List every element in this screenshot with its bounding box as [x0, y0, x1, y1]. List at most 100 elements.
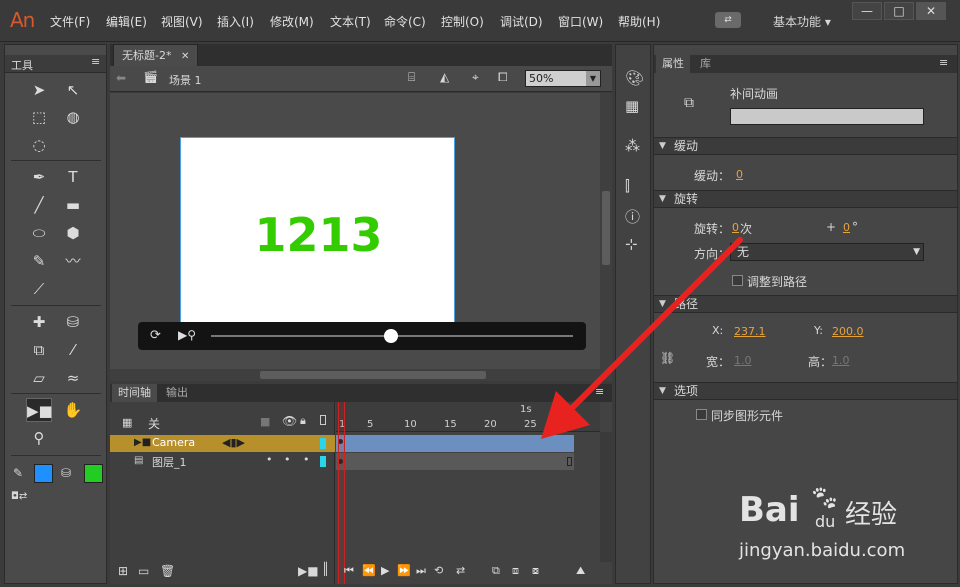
- edit-scene-icon[interactable]: ⌸: [408, 70, 415, 85]
- sync-settings-icon[interactable]: ⇄: [715, 12, 741, 28]
- eraser-tool-icon[interactable]: ▱: [26, 366, 52, 390]
- rectangle-tool-icon[interactable]: ▬: [60, 193, 86, 217]
- stage-canvas[interactable]: 1213: [180, 137, 455, 337]
- section-path[interactable]: ▼ 路径: [654, 295, 957, 313]
- menu-insert[interactable]: 插入(I): [217, 13, 254, 30]
- add-camera-icon[interactable]: ▶■: [298, 564, 319, 578]
- zoom-tool-icon[interactable]: ⚲: [26, 426, 52, 450]
- stage-horizontal-scrollbar[interactable]: [110, 369, 612, 381]
- fill-color-icon[interactable]: ⛁: [61, 466, 71, 480]
- back-arrow-icon[interactable]: ⬅: [116, 71, 126, 85]
- clip-content-icon[interactable]: ⧠: [498, 70, 508, 85]
- swatches-grid-icon[interactable]: ▦: [625, 97, 639, 115]
- transform-icon[interactable]: ⊹: [625, 235, 638, 253]
- x-value[interactable]: 237.1: [734, 325, 766, 338]
- pencil-tool-icon[interactable]: ✎: [26, 249, 52, 273]
- subselection-tool-icon[interactable]: ↖: [60, 78, 86, 102]
- go-to-first-frame-icon[interactable]: ⏮: [344, 564, 354, 578]
- outline-icon[interactable]: [320, 415, 326, 425]
- text-tool-icon[interactable]: T: [60, 165, 86, 189]
- layer-row[interactable]: ▶■ Camera ◀▮▶: [110, 435, 335, 452]
- stage-text[interactable]: 1213: [181, 208, 456, 262]
- camera-tool-icon[interactable]: ▶■: [26, 398, 53, 422]
- stage-vertical-scrollbar[interactable]: [600, 93, 612, 369]
- menu-control[interactable]: 控制(O): [441, 13, 484, 30]
- panel-menu-icon[interactable]: ≡: [939, 56, 948, 69]
- menu-help[interactable]: 帮助(H): [618, 13, 660, 30]
- paint-bucket-tool-icon[interactable]: ⛁: [60, 310, 86, 334]
- components-icon[interactable]: ⁂: [625, 137, 640, 155]
- layer-name[interactable]: Camera: [152, 436, 195, 449]
- lock-icon[interactable]: 🔒︎: [300, 414, 306, 428]
- close-tab-icon[interactable]: ✕: [181, 51, 189, 62]
- menu-debug[interactable]: 调试(D): [500, 13, 543, 30]
- pen-tool-icon[interactable]: ✒: [26, 165, 52, 189]
- stroke-color-swatch[interactable]: [34, 464, 53, 483]
- layer-row[interactable]: ▤ 图层_1 • • •: [110, 453, 335, 470]
- step-forward-icon[interactable]: ⏩: [397, 564, 411, 577]
- rotate-count-value[interactable]: 0: [732, 221, 739, 234]
- camera-rotate-icon[interactable]: ⟳: [150, 328, 161, 343]
- orient-to-path-checkbox[interactable]: [732, 275, 743, 286]
- menu-commands[interactable]: 命令(C): [384, 13, 426, 30]
- visibility-dot-icon[interactable]: •: [284, 453, 291, 466]
- menu-modify[interactable]: 修改(M): [270, 13, 314, 30]
- timeline-vertical-scrollbar[interactable]: [600, 432, 612, 562]
- step-back-icon[interactable]: ⏪: [362, 564, 376, 577]
- paint-brush-tool-icon[interactable]: 〰: [60, 249, 86, 273]
- lock-dot-icon[interactable]: •: [303, 453, 310, 466]
- line-tool-icon[interactable]: ╱: [26, 193, 52, 217]
- edit-symbols-icon[interactable]: ◭: [440, 70, 449, 84]
- document-tab[interactable]: 无标题-2* ✕: [113, 44, 199, 66]
- visibility-dot-icon[interactable]: •: [266, 453, 273, 466]
- workspace-switcher[interactable]: 基本功能 ▾: [773, 13, 831, 30]
- polystar-tool-icon[interactable]: ⬢: [60, 221, 86, 245]
- onion-skin-icon[interactable]: ⧉: [492, 564, 500, 578]
- tab-library[interactable]: 库: [694, 55, 717, 73]
- tab-timeline[interactable]: 时间轴: [112, 384, 157, 402]
- fill-color-swatch[interactable]: [84, 464, 103, 483]
- menu-view[interactable]: 视图(V): [161, 13, 203, 30]
- close-window-button[interactable]: ✕: [916, 2, 946, 20]
- oval-tool-icon[interactable]: ⬭: [26, 221, 52, 245]
- color-palette-icon[interactable]: 🎨︎: [625, 69, 644, 87]
- eyedropper-tool-icon[interactable]: ⁄: [60, 338, 86, 362]
- go-to-last-frame-icon[interactable]: ⏭: [416, 564, 426, 578]
- swap-colors-icon[interactable]: ◘⇄: [11, 491, 27, 502]
- new-folder-icon[interactable]: ▭: [138, 564, 149, 578]
- height-value[interactable]: 1.0: [832, 354, 850, 367]
- easing-value[interactable]: 0: [736, 168, 743, 181]
- loop-icon[interactable]: ⟲: [434, 564, 443, 577]
- bone-tool-icon[interactable]: ✚: [26, 310, 52, 334]
- section-options[interactable]: ▼ 选项: [654, 382, 957, 400]
- camera-zoom-icon[interactable]: ▶⚲: [178, 328, 196, 342]
- center-stage-icon[interactable]: ⌖: [472, 70, 479, 85]
- stroke-color-icon[interactable]: ✎: [13, 466, 23, 480]
- instance-name-field[interactable]: [730, 108, 924, 125]
- camera-toggle-icon[interactable]: ▦: [122, 416, 132, 429]
- frame-view-icon[interactable]: ║: [322, 562, 329, 576]
- tab-output[interactable]: 输出: [160, 384, 194, 402]
- menu-edit[interactable]: 编辑(E): [106, 13, 147, 30]
- camera-tween-span[interactable]: [336, 435, 574, 452]
- sync-symbols-checkbox[interactable]: [696, 409, 707, 420]
- maximize-button[interactable]: □: [884, 2, 914, 20]
- section-easing[interactable]: ▼ 缓动: [654, 137, 957, 155]
- minimize-button[interactable]: —: [852, 2, 882, 20]
- layer-color-swatch[interactable]: [320, 438, 326, 449]
- camera-layer-icon[interactable]: ■: [260, 415, 270, 428]
- tab-properties[interactable]: 属性: [656, 55, 690, 73]
- frame-ruler[interactable]: 1s 1 5 10 15 20 25 30: [336, 402, 600, 432]
- direction-select[interactable]: 无 ▼: [730, 243, 924, 261]
- selection-tool-icon[interactable]: ➤: [26, 78, 52, 102]
- info-icon[interactable]: ⓘ: [625, 206, 640, 227]
- free-transform-tool-icon[interactable]: ⬚: [26, 105, 52, 129]
- delete-layer-icon[interactable]: 🗑︎: [160, 564, 175, 578]
- panel-menu-icon[interactable]: ≡: [595, 385, 604, 398]
- width-tool-icon[interactable]: ≈: [60, 366, 86, 390]
- layer-name[interactable]: 图层_1: [152, 454, 187, 470]
- camera-slider-thumb[interactable]: [384, 329, 398, 343]
- menu-window[interactable]: 窗口(W): [558, 13, 603, 30]
- play-icon[interactable]: ▶: [381, 564, 389, 577]
- frames-area[interactable]: 1s 1 5 10 15 20 25 30 ⏮ ⏪ ▶ ⏩ ⏭ ⟲ ⇄ ⧉ ⧈ …: [336, 402, 600, 584]
